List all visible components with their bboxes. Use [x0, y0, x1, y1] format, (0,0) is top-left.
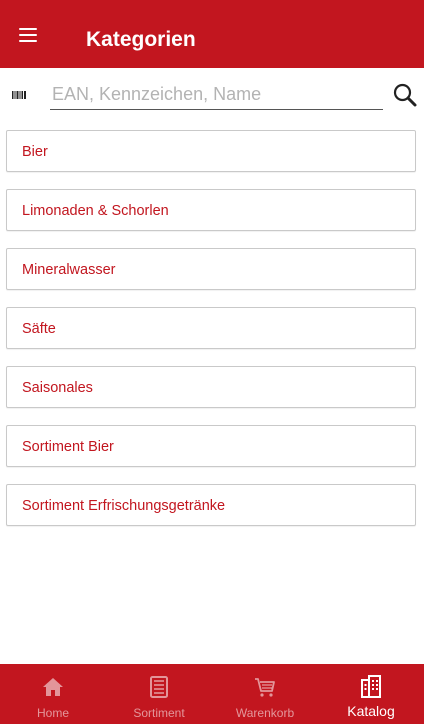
- category-label: Bier: [22, 144, 48, 160]
- list-icon: [150, 676, 168, 698]
- menu-icon[interactable]: [16, 24, 44, 46]
- category-label: Limonaden & Schorlen: [22, 203, 169, 219]
- category-label: Säfte: [22, 321, 56, 337]
- cart-icon: [255, 678, 275, 697]
- category-item-saefte[interactable]: Säfte: [6, 307, 416, 349]
- home-icon: [43, 678, 63, 696]
- category-label: Sortiment Erfrischungsgetränke: [22, 498, 226, 514]
- barcode-icon[interactable]: [12, 91, 26, 99]
- category-item-saisonales[interactable]: Saisonales: [6, 366, 416, 408]
- category-item-limonaden[interactable]: Limonaden & Schorlen: [6, 189, 416, 231]
- category-item-bier[interactable]: Bier: [6, 130, 416, 172]
- category-label: Sortiment Bier: [22, 439, 114, 455]
- search-input[interactable]: [50, 80, 383, 110]
- catalog-icon: [361, 675, 381, 698]
- category-label: Saisonales: [22, 380, 93, 396]
- app-bar: Kategorien: [0, 0, 424, 68]
- nav-label: Katalog: [347, 703, 395, 719]
- bottom-navigation: Home Sortiment Warenkorb Katalog: [0, 664, 424, 724]
- category-label: Mineralwasser: [22, 262, 116, 278]
- category-item-mineralwasser[interactable]: Mineralwasser: [6, 248, 416, 290]
- category-item-sortiment-erfrischungsgetraenke[interactable]: Sortiment Erfrischungsgetränke: [6, 484, 416, 526]
- nav-label: Warenkorb: [235, 706, 295, 720]
- search-icon[interactable]: [392, 82, 418, 108]
- category-item-sortiment-bier[interactable]: Sortiment Bier: [6, 425, 416, 467]
- page-title: Kategorien: [86, 28, 196, 51]
- nav-item-home[interactable]: Home: [0, 664, 106, 724]
- nav-label: Sortiment: [133, 706, 185, 720]
- nav-item-katalog[interactable]: Katalog: [318, 664, 424, 724]
- nav-label: Home: [36, 706, 69, 720]
- nav-item-sortiment[interactable]: Sortiment: [106, 664, 212, 724]
- nav-item-warenkorb[interactable]: Warenkorb: [212, 664, 318, 724]
